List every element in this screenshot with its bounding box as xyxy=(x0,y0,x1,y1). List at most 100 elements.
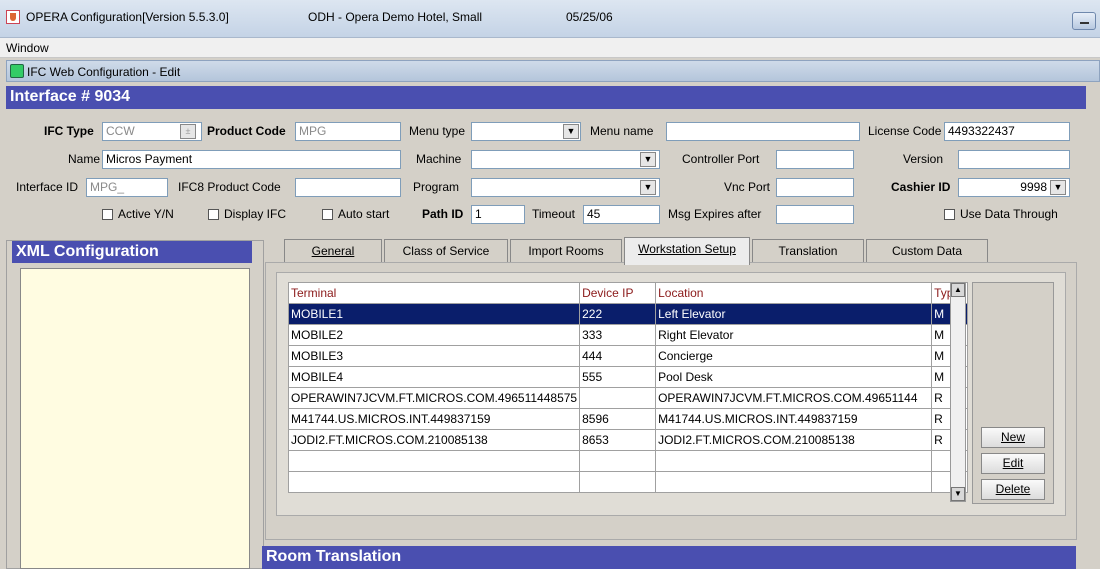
cell-device-ip: 333 xyxy=(579,324,657,346)
grid-scrollbar[interactable]: ▲ ▼ xyxy=(950,282,966,502)
machine-dropdown-icon[interactable]: ▼ xyxy=(640,152,656,167)
edit-button[interactable]: Edit xyxy=(981,453,1045,474)
table-row[interactable] xyxy=(287,450,969,472)
subwindow-titlebar: IFC Web Configuration - Edit xyxy=(6,60,1100,82)
delete-button-label: Delete xyxy=(995,482,1031,496)
room-translation-title: Room Translation xyxy=(266,548,402,565)
version-label: Version xyxy=(903,152,944,166)
name-field[interactable]: Micros Payment xyxy=(102,150,401,169)
delete-button[interactable]: Delete xyxy=(981,479,1045,500)
room-translation-header: Room Translation xyxy=(262,546,1076,569)
menu-name-field[interactable] xyxy=(666,122,860,141)
tab-translation[interactable]: Translation xyxy=(752,239,864,264)
msg-expires-label: Msg Expires after xyxy=(668,207,762,221)
menu-bar: Window xyxy=(0,38,1100,58)
xml-configuration-title: XML Configuration xyxy=(16,243,159,260)
minimize-button[interactable] xyxy=(1072,12,1096,30)
cell-location xyxy=(655,471,933,493)
ifc-config-icon xyxy=(10,64,24,78)
tab-custom-data-label: Custom Data xyxy=(891,244,963,258)
table-row[interactable]: MOBILE1 222 Left Elevator M xyxy=(287,303,969,325)
machine-label: Machine xyxy=(416,152,462,166)
cell-terminal: MOBILE3 xyxy=(287,345,581,367)
cashier-id-dropdown-button[interactable]: ▼ xyxy=(1050,180,1066,195)
auto-start-label: Auto start xyxy=(338,207,390,221)
hotel-name: ODH - Opera Demo Hotel, Small xyxy=(308,10,483,24)
active-label: Active Y/N xyxy=(118,207,174,221)
auto-start-checkbox[interactable] xyxy=(322,209,333,220)
menu-type-label: Menu type xyxy=(409,124,466,138)
path-id-field[interactable]: 1 xyxy=(471,205,525,224)
use-data-through-label: Use Data Through xyxy=(960,207,1058,221)
license-code-field[interactable]: 4493322437 xyxy=(944,122,1070,141)
vnc-port-field[interactable] xyxy=(776,178,854,197)
tab-general[interactable]: General xyxy=(284,239,382,264)
new-button[interactable]: New xyxy=(981,427,1045,448)
cell-location: JODI2.FT.MICROS.COM.210085138 xyxy=(655,429,933,451)
cell-terminal xyxy=(287,450,581,472)
menu-window[interactable]: Window xyxy=(6,41,49,55)
machine-select[interactable] xyxy=(471,150,660,169)
cell-device-ip: 8653 xyxy=(579,429,657,451)
column-header-device-ip[interactable]: Device IP xyxy=(579,282,657,304)
cell-location: OPERAWIN7JCVM.FT.MICROS.COM.49651144 xyxy=(655,387,933,409)
program-dropdown-icon[interactable]: ▼ xyxy=(640,180,656,195)
table-row[interactable] xyxy=(287,471,969,493)
tab-class-of-service[interactable]: Class of Service xyxy=(384,239,508,264)
program-select[interactable] xyxy=(471,178,660,197)
cell-terminal: JODI2.FT.MICROS.COM.210085138 xyxy=(287,429,581,451)
column-header-terminal[interactable]: Terminal xyxy=(287,282,581,304)
tab-class-of-service-label: Class of Service xyxy=(402,244,490,258)
controller-port-label: Controller Port xyxy=(682,152,760,166)
interface-header: Interface # 9034 xyxy=(6,86,1086,109)
scroll-up-icon[interactable]: ▲ xyxy=(951,283,965,297)
cell-location: Right Elevator xyxy=(655,324,933,346)
cell-terminal: OPERAWIN7JCVM.FT.MICROS.COM.496511448575 xyxy=(287,387,581,409)
cell-terminal: MOBILE4 xyxy=(287,366,581,388)
msg-expires-field[interactable] xyxy=(776,205,854,224)
active-checkbox[interactable] xyxy=(102,209,113,220)
cell-location: M41744.US.MICROS.INT.449837159 xyxy=(655,408,933,430)
display-ifc-checkbox[interactable] xyxy=(208,209,219,220)
window-titlebar: OPERA Configuration[Version 5.5.3.0] ODH… xyxy=(0,0,1100,38)
table-row[interactable]: MOBILE4 555 Pool Desk M xyxy=(287,366,969,388)
xml-configuration-header: XML Configuration xyxy=(12,241,252,263)
table-row[interactable]: MOBILE2 333 Right Elevator M xyxy=(287,324,969,346)
table-row[interactable]: JODI2.FT.MICROS.COM.210085138 8653 JODI2.F… xyxy=(287,429,969,451)
tab-import-rooms[interactable]: Import Rooms xyxy=(510,239,622,264)
cashier-id-label: Cashier ID xyxy=(891,180,951,194)
ifc8-product-code-field[interactable] xyxy=(295,178,401,197)
cell-terminal: MOBILE2 xyxy=(287,324,581,346)
version-field[interactable] xyxy=(958,150,1070,169)
cell-terminal: M41744.US.MICROS.INT.449837159 xyxy=(287,408,581,430)
cell-location xyxy=(655,450,933,472)
cell-device-ip xyxy=(579,471,657,493)
cell-device-ip: 222 xyxy=(579,303,657,325)
ifc-type-dropdown-button[interactable]: ± xyxy=(180,124,196,139)
table-row[interactable]: MOBILE3 444 Concierge M xyxy=(287,345,969,367)
use-data-through-checkbox[interactable] xyxy=(944,209,955,220)
tab-workstation-setup[interactable]: Workstation Setup xyxy=(624,237,750,265)
cell-terminal xyxy=(287,471,581,493)
tab-custom-data[interactable]: Custom Data xyxy=(866,239,988,264)
tab-translation-label: Translation xyxy=(778,244,838,258)
column-header-location[interactable]: Location xyxy=(655,282,933,304)
table-row[interactable]: OPERAWIN7JCVM.FT.MICROS.COM.496511448575… xyxy=(287,387,969,409)
timeout-field[interactable]: 45 xyxy=(583,205,660,224)
grid-button-panel: New Edit Delete xyxy=(972,282,1054,504)
controller-port-field[interactable] xyxy=(776,150,854,169)
product-code-field[interactable]: MPG xyxy=(295,122,401,141)
table-row[interactable]: M41744.US.MICROS.INT.449837159 8596 M41744… xyxy=(287,408,969,430)
cell-location: Concierge xyxy=(655,345,933,367)
app-title: OPERA Configuration[Version 5.5.3.0] xyxy=(26,10,229,24)
interface-form: IFC Type CCW ± Product Code MPG Menu typ… xyxy=(6,110,1086,230)
new-button-label: New xyxy=(1000,430,1025,444)
xml-tree-area[interactable] xyxy=(20,268,250,569)
tab-general-label: General xyxy=(311,244,355,258)
menu-type-dropdown-button[interactable]: ▼ xyxy=(563,124,579,139)
interface-id-field[interactable]: MPG_ xyxy=(86,178,168,197)
timeout-label: Timeout xyxy=(532,207,575,221)
program-label: Program xyxy=(413,180,460,194)
scroll-down-icon[interactable]: ▼ xyxy=(951,487,965,501)
cell-device-ip: 8596 xyxy=(579,408,657,430)
